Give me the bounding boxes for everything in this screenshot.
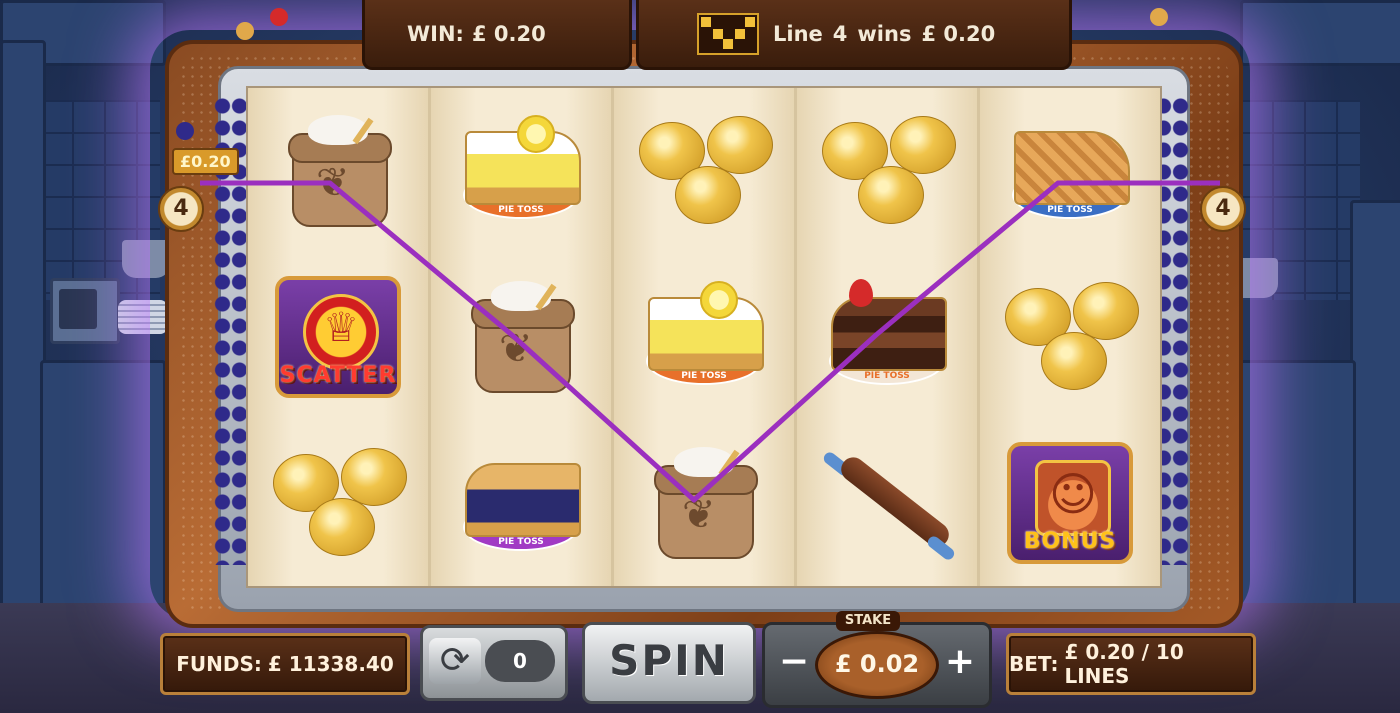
- stake-increase-button[interactable]: +: [937, 639, 983, 685]
- symbol-apple-pie: PIE TOSS: [980, 88, 1160, 254]
- payline-win-amount: £0.20: [172, 148, 239, 175]
- cabinet: [1240, 0, 1400, 66]
- cabinet: [40, 360, 166, 626]
- lemon-icon: [700, 281, 738, 319]
- chef-hat-icon: [303, 294, 379, 370]
- funds-label: FUNDS:: [176, 652, 262, 676]
- autoplay-count: 0: [485, 640, 555, 682]
- stake-control: − £ 0.02 +: [762, 622, 992, 708]
- scatter-label: SCATTER: [279, 363, 397, 388]
- reel-2: PIE TOSS ❦ PIE TOSS: [431, 88, 614, 586]
- bet-value: £ 0.20 / 10 LINES: [1064, 640, 1184, 688]
- symbol-lemon-meringue-pie: PIE TOSS: [431, 88, 611, 254]
- plate-label: PIE TOSS: [1047, 205, 1093, 215]
- chef-face-icon: [1035, 460, 1111, 536]
- bonus-label: BONUS: [1023, 529, 1117, 554]
- symbol-eggs: [614, 88, 794, 254]
- reel-grid: ❦ SCATTER PIE TOSS ❦ PIE TOSS PIE TOSS: [246, 86, 1162, 588]
- symbol-flour-sack: ❦: [431, 254, 611, 420]
- funds-value: £ 11338.40: [267, 652, 394, 676]
- symbol-eggs: [248, 420, 428, 586]
- microwave: [50, 278, 120, 344]
- win-display: WIN: £ 0.20: [362, 0, 632, 70]
- line-wins-value: £ 0.20: [921, 21, 996, 46]
- symbol-rolling-pin: [797, 420, 977, 586]
- line-wins-label: wins: [857, 21, 912, 46]
- symbol-lemon-meringue-pie: PIE TOSS: [614, 254, 794, 420]
- symbol-eggs: [980, 254, 1160, 420]
- plate-label: PIE TOSS: [498, 537, 544, 547]
- spin-button[interactable]: SPIN: [582, 622, 756, 704]
- symbol-blueberry-pie: PIE TOSS: [431, 420, 611, 586]
- funds-display: FUNDS: £ 11338.40: [160, 633, 410, 695]
- payline-number-left[interactable]: 4: [158, 186, 204, 232]
- line-win-display: Line 4 wins £ 0.20: [636, 0, 1072, 70]
- stake-decrease-button[interactable]: −: [771, 639, 817, 685]
- wheat-icon: ❦: [316, 160, 350, 206]
- line-label: Line: [773, 21, 823, 46]
- reel-5: PIE TOSS BONUS: [980, 88, 1160, 586]
- bet-display: BET: £ 0.20 / 10 LINES: [1006, 633, 1256, 695]
- bet-label: BET:: [1009, 652, 1059, 676]
- autoplay-refresh-icon[interactable]: ⟳: [429, 638, 481, 684]
- payline-pattern-icon: [697, 12, 759, 55]
- symbol-eggs: [797, 88, 977, 254]
- candy-decoration: [270, 8, 288, 26]
- win-label: WIN:: [407, 21, 464, 46]
- plate-label: PIE TOSS: [681, 371, 727, 381]
- plate-label: PIE TOSS: [498, 205, 544, 215]
- symbol-bonus: BONUS: [980, 420, 1160, 586]
- autoplay-control[interactable]: ⟳ 0: [420, 625, 568, 701]
- candy-decoration: [236, 22, 254, 40]
- wheat-icon: ❦: [499, 326, 533, 372]
- win-value: £ 0.20: [471, 21, 546, 46]
- payline-number-right[interactable]: 4: [1200, 186, 1246, 232]
- symbol-scatter: SCATTER: [248, 254, 428, 420]
- symbol-flour-sack: ❦: [614, 420, 794, 586]
- line-number: 4: [832, 21, 848, 46]
- lemon-icon: [517, 115, 555, 153]
- stake-value: £ 0.02: [815, 631, 939, 699]
- wheat-icon: ❦: [682, 492, 716, 538]
- candy-decoration: [176, 122, 194, 140]
- stake-label: STAKE: [836, 611, 900, 631]
- reel-4: PIE TOSS: [797, 88, 980, 586]
- plate-label: PIE TOSS: [864, 371, 910, 381]
- symbol-flour-sack: ❦: [248, 88, 428, 254]
- symbol-chocolate-cake: PIE TOSS: [797, 254, 977, 420]
- strawberry-icon: [849, 279, 873, 307]
- candy-decoration: [1150, 8, 1168, 26]
- reel-3: PIE TOSS ❦: [614, 88, 797, 586]
- cabinet: [1236, 360, 1356, 626]
- reel-1: ❦ SCATTER: [248, 88, 431, 586]
